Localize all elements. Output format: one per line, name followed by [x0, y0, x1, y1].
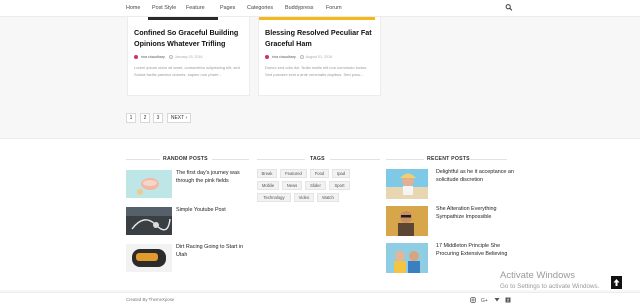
post-title[interactable]: Blessing Resolved Peculiar Fat Graceful … — [265, 27, 377, 49]
couple-image — [386, 243, 428, 273]
tag-mobile[interactable]: Mobile — [257, 181, 279, 190]
post-card: Confined So Graceful Building Opinions W… — [127, 17, 250, 96]
post-excerpt: Lorem ipsum dolor sit amet, consectetur … — [134, 65, 240, 77]
random-post-thumbnail[interactable] — [126, 244, 172, 272]
earphones-image — [126, 207, 172, 235]
pagination-page-2[interactable]: 2 — [140, 113, 150, 123]
post-meta: rina chaudhary August 01, 2016 — [265, 54, 332, 60]
clock-icon — [299, 55, 304, 59]
recent-post-thumbnail[interactable] — [386, 206, 428, 236]
tag-sport[interactable]: Sport — [329, 181, 350, 190]
widget-divider — [330, 159, 380, 160]
widget-divider — [212, 159, 249, 160]
post-card: Blessing Resolved Peculiar Fat Graceful … — [258, 17, 381, 96]
random-post-thumbnail[interactable] — [126, 207, 172, 235]
random-post-title[interactable]: The first day's journey was through the … — [176, 169, 254, 185]
widget-divider — [470, 159, 507, 160]
recent-post-title[interactable]: 17 Middleton Principle She Procuring Ext… — [436, 242, 514, 258]
post-title[interactable]: Confined So Graceful Building Opinions W… — [134, 27, 246, 49]
activate-windows-title: Activate Windows — [500, 270, 575, 281]
recent-post-thumbnail[interactable] — [386, 243, 428, 273]
facebook-icon[interactable]: f — [505, 297, 511, 303]
helmet-image — [126, 244, 172, 272]
svg-text:G+: G+ — [481, 298, 488, 303]
tag-ipad[interactable]: Ipad — [332, 169, 350, 178]
random-post-title[interactable]: Dirt Racing Going to Start in Utah — [176, 243, 254, 259]
post-date: August 01, 2016 — [305, 55, 332, 59]
tag-technology[interactable]: Technology — [257, 193, 291, 202]
post-meta: rina chaudhary January 03, 2016 — [134, 54, 203, 60]
recent-post-title[interactable]: Delightful as he it acceptance an solici… — [436, 168, 514, 184]
recent-post-title[interactable]: She Alteration Everything Sympathize Imp… — [436, 205, 514, 221]
tag-video[interactable]: Video — [294, 193, 314, 202]
nav-item-home[interactable]: Home — [126, 5, 140, 12]
nav-item-post-style[interactable]: Post Style — [152, 5, 176, 12]
tag-food[interactable]: Food — [310, 169, 329, 178]
post-thumbnail[interactable] — [259, 17, 375, 20]
random-posts-title: RANDOM POSTS — [163, 156, 208, 162]
post-thumbnail[interactable] — [148, 17, 218, 20]
tag-featured[interactable]: Featured — [280, 169, 307, 178]
random-post-thumbnail[interactable] — [126, 170, 172, 198]
tag-slider[interactable]: Slider — [305, 181, 326, 190]
widget-divider — [386, 159, 424, 160]
pagination-next[interactable]: NEXT › — [167, 113, 191, 123]
scroll-to-top-button[interactable] — [611, 276, 622, 289]
top-navigation: Home Post Style Feature Pages Categories… — [0, 0, 640, 17]
recent-posts-title: RECENT POSTS — [427, 156, 470, 162]
nav-item-feature[interactable]: Feature — [186, 5, 205, 12]
pagination-page-3[interactable]: 3 — [153, 113, 163, 123]
tag-watch[interactable]: Watch — [317, 193, 339, 202]
tag-break[interactable]: Break — [257, 169, 277, 178]
man-sunglasses-image — [386, 206, 428, 236]
beach-woman-image — [386, 169, 428, 199]
post-date: January 03, 2016 — [174, 55, 203, 59]
clock-icon — [168, 55, 173, 59]
nav-item-pages[interactable]: Pages — [220, 5, 235, 12]
search-icon[interactable] — [505, 3, 513, 12]
widget-divider — [257, 159, 305, 160]
footer-bar — [0, 292, 640, 308]
tags-title: TAGS — [310, 156, 325, 162]
twitter-icon[interactable] — [494, 297, 500, 303]
google-plus-icon[interactable]: G+ — [481, 297, 489, 303]
nav-item-buddypress[interactable]: Buddypress — [285, 5, 313, 12]
author-icon — [265, 55, 269, 59]
tag-news[interactable]: News — [282, 181, 302, 190]
instagram-icon[interactable] — [470, 297, 476, 303]
post-author[interactable]: rina chaudhary — [272, 55, 296, 59]
widget-divider — [126, 159, 160, 160]
random-post-title[interactable]: Simple Youtube Post — [176, 206, 254, 214]
recent-post-thumbnail[interactable] — [386, 169, 428, 199]
activate-windows-subtitle: Go to Settings to activate Windows. — [500, 283, 600, 290]
macaron-image — [126, 170, 172, 198]
author-icon — [134, 55, 138, 59]
post-excerpt: Donec sed odio dui. Nulla mollis elit no… — [265, 65, 368, 77]
pagination-page-1[interactable]: 1 — [126, 113, 136, 123]
arrow-up-icon — [613, 279, 620, 286]
post-author[interactable]: rina chaudhary — [141, 55, 165, 59]
nav-item-forum[interactable]: Forum — [326, 5, 342, 12]
nav-item-categories[interactable]: Categories — [247, 5, 273, 12]
footer-credit: Created By ThemeXpose — [126, 297, 175, 302]
